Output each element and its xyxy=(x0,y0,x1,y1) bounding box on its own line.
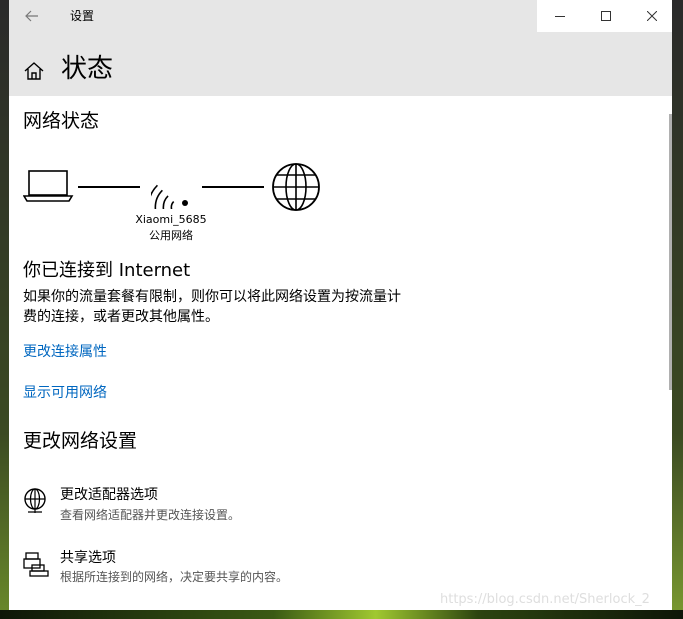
minimize-icon xyxy=(555,16,565,17)
network-type-label: 公用网络 xyxy=(149,229,193,242)
sharing-printer-icon xyxy=(23,552,49,577)
content-area: 网络状态 Xiaomi_5685 公用网络 你已连接到 Internet 如果你… xyxy=(9,96,672,610)
back-arrow-icon xyxy=(25,10,38,22)
network-name-label: Xiaomi_5685 xyxy=(135,213,207,226)
window-title: 设置 xyxy=(70,9,95,23)
settings-window: 设置 状态 网络状态 Xiaomi_5685 公用网络 你已连接到 Intern… xyxy=(9,0,672,610)
scrollbar[interactable] xyxy=(669,114,672,390)
change-network-settings-heading: 更改网络设置 xyxy=(23,430,138,452)
adapter-options-description: 查看网络适配器并更改连接设置。 xyxy=(60,508,241,522)
close-icon xyxy=(647,11,657,21)
desktop-background-left xyxy=(0,0,9,619)
show-available-networks-link[interactable]: 显示可用网络 xyxy=(23,383,107,403)
maximize-icon xyxy=(601,11,611,21)
watermark-text: https://blog.csdn.net/Sherlock_2 xyxy=(440,592,650,607)
wifi-icon xyxy=(151,184,188,209)
page-title: 状态 xyxy=(61,54,114,84)
desktop-background-bottom xyxy=(0,610,683,619)
sharing-options-description: 根据所连接到的网络，决定要共享的内容。 xyxy=(60,570,289,584)
maximize-button[interactable] xyxy=(583,0,629,32)
connection-line xyxy=(78,186,140,188)
network-adapter-icon xyxy=(24,488,46,513)
sharing-options-title: 共享选项 xyxy=(60,550,116,566)
connection-description-line2: 费的连接，或者更改其他属性。 xyxy=(23,309,219,325)
change-connection-properties-link[interactable]: 更改连接属性 xyxy=(23,342,107,362)
minimize-button[interactable] xyxy=(537,0,583,32)
connection-line xyxy=(202,186,264,188)
connection-description-line1: 如果你的流量套餐有限制，则你可以将此网络设置为按流量计 xyxy=(23,289,401,305)
globe-icon xyxy=(272,163,320,211)
home-icon[interactable] xyxy=(23,60,45,82)
laptop-icon xyxy=(23,170,74,202)
adapter-options-title: 更改适配器选项 xyxy=(60,487,158,503)
page-header: 状态 xyxy=(9,32,672,96)
back-button[interactable] xyxy=(9,0,55,32)
network-status-heading: 网络状态 xyxy=(23,110,100,132)
title-bar: 设置 xyxy=(9,0,672,32)
connection-status-heading: 你已连接到 Internet xyxy=(23,260,191,281)
close-button[interactable] xyxy=(629,0,675,32)
desktop-background-right xyxy=(672,0,683,619)
